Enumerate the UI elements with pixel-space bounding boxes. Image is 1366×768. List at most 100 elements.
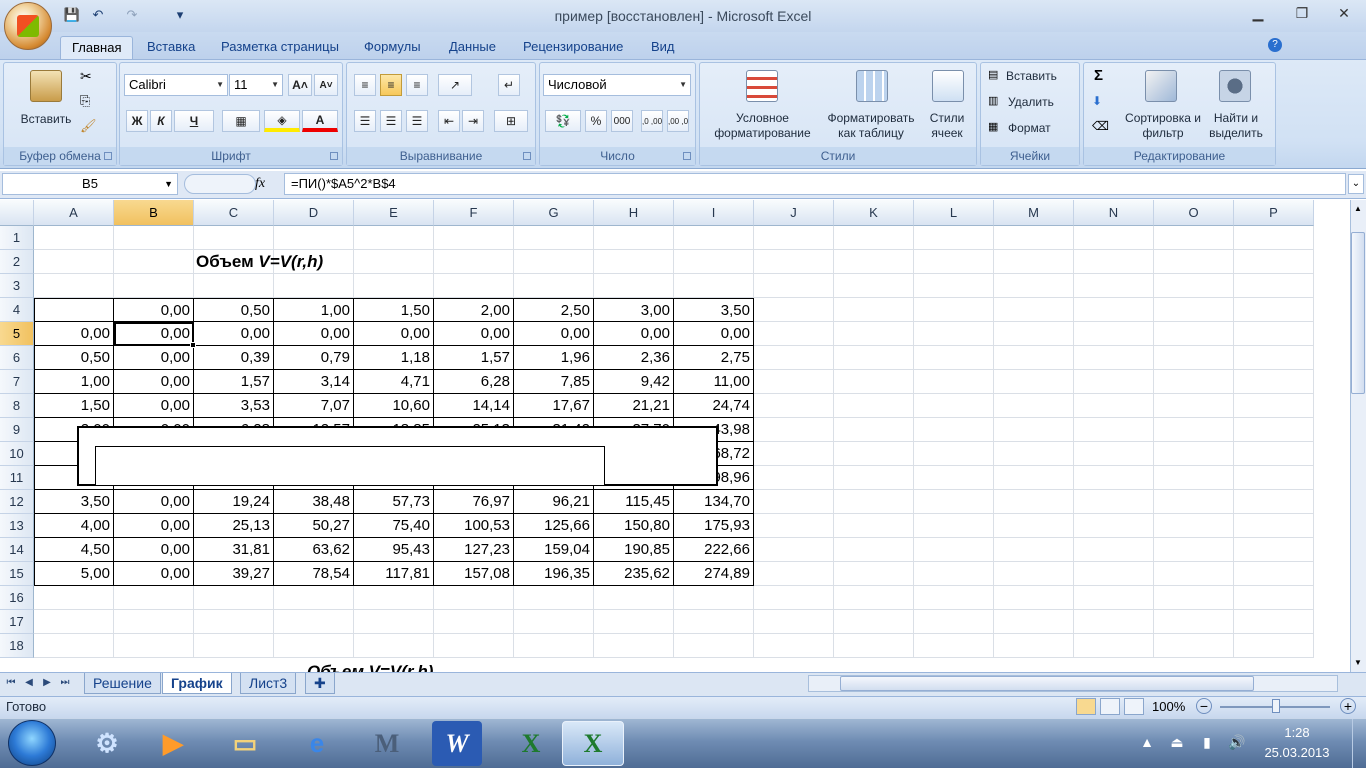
header-cell[interactable]: 2,00 xyxy=(434,298,514,322)
cell[interactable] xyxy=(994,322,1074,346)
volume-cell[interactable]: 150,80 xyxy=(594,514,674,538)
cell[interactable] xyxy=(834,442,914,466)
fill-handle[interactable] xyxy=(190,342,196,348)
borders-icon[interactable]: ▦ xyxy=(222,110,260,132)
volume-cell[interactable]: 125,66 xyxy=(514,514,594,538)
cell[interactable] xyxy=(1074,250,1154,274)
cell[interactable] xyxy=(994,394,1074,418)
volume-cell[interactable]: 57,73 xyxy=(354,490,434,514)
row-header[interactable]: 16 xyxy=(0,586,34,610)
column-header[interactable]: G xyxy=(514,200,594,226)
cell[interactable] xyxy=(34,226,114,250)
cell[interactable] xyxy=(514,610,594,634)
find-select-button[interactable]: Найти и выделить xyxy=(1200,111,1272,141)
tab-formulas[interactable]: Формулы xyxy=(353,36,432,60)
cell[interactable] xyxy=(274,586,354,610)
row-header[interactable]: 13 xyxy=(0,514,34,538)
radius-cell[interactable]: 0,00 xyxy=(34,322,114,346)
align-bottom-icon[interactable]: ≡ xyxy=(406,74,428,96)
cell[interactable] xyxy=(514,226,594,250)
cell[interactable] xyxy=(994,562,1074,586)
next-sheet-icon[interactable]: ▶ xyxy=(40,675,54,691)
radius-cell[interactable]: 4,50 xyxy=(34,538,114,562)
cell[interactable] xyxy=(1074,298,1154,322)
cell[interactable] xyxy=(1234,634,1314,658)
insert-sheet-icon[interactable]: ✚ xyxy=(305,673,335,694)
cell[interactable] xyxy=(594,586,674,610)
cell[interactable] xyxy=(914,514,994,538)
insert-cells-button[interactable]: Вставить xyxy=(1006,69,1057,84)
wrap-text-icon[interactable]: ↵ xyxy=(498,74,520,96)
format-cells-icon[interactable]: ▦ xyxy=(988,120,998,133)
excel-icon[interactable]: X xyxy=(500,721,562,766)
cell[interactable] xyxy=(914,562,994,586)
column-header[interactable]: E xyxy=(354,200,434,226)
zoom-slider-thumb[interactable] xyxy=(1272,699,1280,713)
underline-button[interactable]: Ч xyxy=(174,110,214,132)
formula-input[interactable]: =ПИ()*$A5^2*B$4 xyxy=(284,173,1346,195)
cell[interactable] xyxy=(834,322,914,346)
cell[interactable] xyxy=(754,346,834,370)
decrease-decimal-button[interactable]: ,00 ,0 xyxy=(667,110,689,132)
cell[interactable] xyxy=(834,370,914,394)
cell[interactable] xyxy=(1234,418,1314,442)
cell[interactable] xyxy=(834,298,914,322)
cell[interactable] xyxy=(1234,298,1314,322)
volume-cell[interactable]: 14,14 xyxy=(434,394,514,418)
cell[interactable] xyxy=(1234,226,1314,250)
cell[interactable] xyxy=(1074,562,1154,586)
cell[interactable] xyxy=(434,274,514,298)
cell[interactable] xyxy=(994,346,1074,370)
cell[interactable] xyxy=(1154,322,1234,346)
volume-cell[interactable]: 96,21 xyxy=(514,490,594,514)
cell[interactable] xyxy=(914,250,994,274)
zoom-level[interactable]: 100% xyxy=(1152,699,1185,714)
cell[interactable] xyxy=(114,634,194,658)
cell[interactable] xyxy=(754,562,834,586)
volume-cell[interactable]: 127,23 xyxy=(434,538,514,562)
row-header[interactable]: 17 xyxy=(0,610,34,634)
paste-button[interactable]: Вставить xyxy=(12,112,80,127)
cell[interactable] xyxy=(914,418,994,442)
cell[interactable] xyxy=(1234,322,1314,346)
cell[interactable] xyxy=(1154,298,1234,322)
volume-cell[interactable]: 1,96 xyxy=(514,346,594,370)
usb-icon[interactable]: ⏏ xyxy=(1168,734,1186,752)
cell[interactable] xyxy=(994,586,1074,610)
cell[interactable] xyxy=(834,394,914,418)
volume-cell[interactable]: 4,71 xyxy=(354,370,434,394)
volume-cell[interactable]: 0,00 xyxy=(594,322,674,346)
volume-cell[interactable]: 222,66 xyxy=(674,538,754,562)
cell[interactable] xyxy=(594,274,674,298)
cell[interactable] xyxy=(914,298,994,322)
volume-cell[interactable]: 50,27 xyxy=(274,514,354,538)
cell[interactable] xyxy=(914,610,994,634)
sheet-tab-solution[interactable]: Решение xyxy=(84,673,161,694)
cell[interactable] xyxy=(754,298,834,322)
volume-cell[interactable]: 1,57 xyxy=(434,346,514,370)
cell[interactable] xyxy=(434,586,514,610)
bold-button[interactable]: Ж xyxy=(126,110,148,132)
volume-cell[interactable]: 0,00 xyxy=(514,322,594,346)
cell[interactable] xyxy=(1154,442,1234,466)
cell[interactable] xyxy=(914,322,994,346)
column-header[interactable]: K xyxy=(834,200,914,226)
volume-cell[interactable]: 190,85 xyxy=(594,538,674,562)
volume-cell[interactable]: 31,81 xyxy=(194,538,274,562)
cell[interactable] xyxy=(114,274,194,298)
volume-cell[interactable]: 0,00 xyxy=(114,394,194,418)
cell[interactable] xyxy=(994,466,1074,490)
office-button[interactable] xyxy=(4,2,52,50)
cell[interactable] xyxy=(994,370,1074,394)
cell[interactable] xyxy=(114,586,194,610)
delete-cells-icon[interactable]: ▥ xyxy=(988,94,998,107)
volume-cell[interactable]: 11,00 xyxy=(674,370,754,394)
scroll-up-icon[interactable]: ▲ xyxy=(1351,202,1365,216)
cell[interactable] xyxy=(274,634,354,658)
volume-cell[interactable]: 0,00 xyxy=(434,322,514,346)
cell[interactable] xyxy=(1074,274,1154,298)
volume-cell[interactable]: 3,53 xyxy=(194,394,274,418)
cell[interactable] xyxy=(834,346,914,370)
cell[interactable] xyxy=(834,466,914,490)
cell[interactable] xyxy=(914,538,994,562)
